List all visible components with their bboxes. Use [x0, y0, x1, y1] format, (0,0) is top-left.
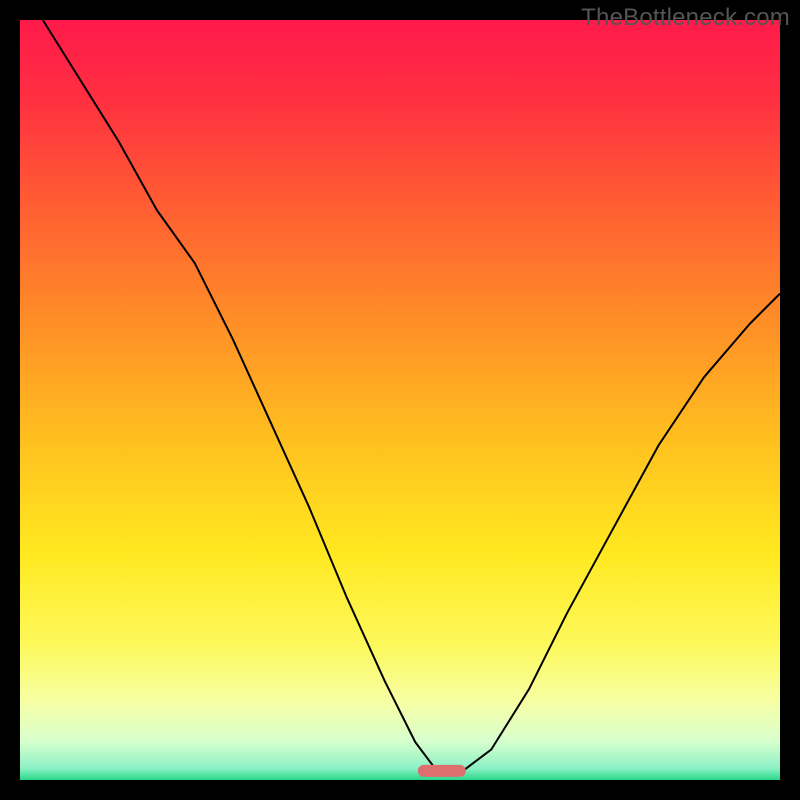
gradient-background	[20, 20, 780, 780]
chart-frame: TheBottleneck.com	[0, 0, 800, 800]
plot-area	[20, 20, 780, 780]
optimum-marker	[418, 765, 466, 777]
chart-svg	[20, 20, 780, 780]
watermark-text: TheBottleneck.com	[581, 4, 790, 32]
